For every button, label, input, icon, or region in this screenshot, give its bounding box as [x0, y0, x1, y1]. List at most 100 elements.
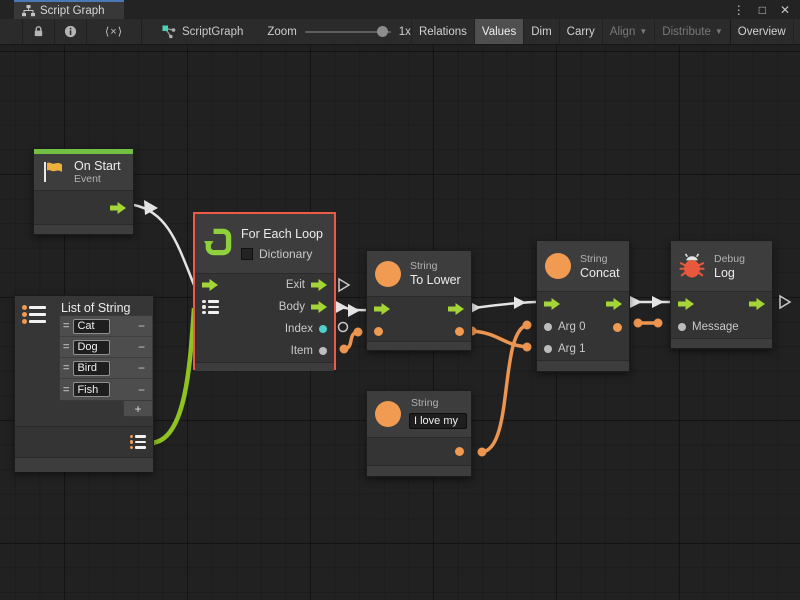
remove-item-button[interactable]: − [138, 319, 149, 333]
carry-button[interactable]: Carry [559, 19, 602, 44]
zoom-label: Zoom [267, 26, 296, 38]
graph-name-label: ScriptGraph [182, 26, 243, 38]
list-item-row: = − [60, 379, 152, 400]
node-category: String [410, 260, 461, 272]
remove-item-button[interactable]: − [138, 340, 149, 354]
tab-bar: Script Graph ⋮ □ ✕ [0, 0, 800, 19]
string-value-field[interactable] [409, 413, 467, 429]
port-label-item: Item [291, 345, 313, 357]
flow-output-port[interactable] [606, 298, 622, 310]
list-input-port[interactable] [202, 300, 219, 315]
remove-item-button[interactable]: − [138, 383, 149, 397]
string-icon [375, 261, 401, 287]
node-category: String [411, 397, 438, 409]
chevron-down-icon: ▼ [715, 27, 723, 36]
flow-input-port[interactable] [374, 303, 390, 315]
node-debug-log[interactable]: Debug Log Message [670, 240, 773, 349]
list-item-field[interactable] [73, 361, 110, 376]
list-item-field[interactable] [73, 319, 110, 334]
zoom-slider[interactable] [305, 31, 391, 33]
zoom-slider-knob[interactable] [377, 26, 388, 37]
flow-output-port[interactable] [749, 298, 765, 310]
info-button[interactable] [55, 19, 87, 44]
tab-title: Script Graph [40, 5, 105, 17]
graph-name[interactable]: ScriptGraph [162, 19, 243, 44]
port-label-index: Index [285, 323, 313, 335]
lock-icon [32, 25, 45, 38]
lock-button[interactable] [22, 19, 55, 44]
list-item-row: = − [60, 337, 152, 358]
code-toggle-icon: ⟨×⟩ [105, 25, 123, 38]
exit-output-port[interactable] [311, 279, 327, 291]
string-input-port[interactable] [374, 327, 383, 336]
node-subtitle: Event [74, 173, 121, 185]
bug-icon [679, 253, 705, 279]
drag-handle-icon[interactable]: = [63, 341, 69, 353]
close-icon[interactable]: ✕ [780, 4, 790, 16]
flow-output-port[interactable] [110, 202, 126, 214]
string-icon [375, 401, 401, 427]
message-input-port[interactable] [678, 323, 686, 331]
tab-script-graph[interactable]: Script Graph [14, 0, 124, 19]
list-item-row: = − [60, 358, 152, 379]
port-label-arg1: Arg 1 [558, 343, 586, 355]
drag-handle-icon[interactable]: = [63, 362, 69, 374]
hierarchy-icon [22, 5, 35, 17]
node-category: Debug [714, 253, 745, 265]
list-item-field[interactable] [73, 340, 110, 355]
maximize-icon[interactable]: □ [759, 4, 766, 16]
node-string-concat[interactable]: String Concat Arg 0 Arg 1 [536, 240, 630, 372]
graph-canvas[interactable]: On Start Event List of String = [0, 45, 800, 600]
node-title: For Each Loop [241, 227, 323, 241]
script-graph-window: Script Graph ⋮ □ ✕ ⟨×⟩ ScriptGraph Zoom … [0, 0, 800, 600]
list-icon [22, 305, 46, 324]
string-icon [545, 253, 571, 279]
node-for-each-loop[interactable]: For Each Loop Dictionary Exit [195, 214, 334, 368]
index-output-port[interactable] [319, 325, 327, 333]
dim-button[interactable]: Dim [523, 19, 558, 44]
selection-outline: For Each Loop Dictionary Exit [193, 212, 336, 370]
flow-input-port[interactable] [544, 298, 560, 310]
add-item-button[interactable]: + [123, 401, 153, 417]
flow-input-port[interactable] [202, 279, 218, 291]
remove-item-button[interactable]: − [138, 361, 149, 375]
values-button[interactable]: Values [474, 19, 523, 44]
list-item-field[interactable] [73, 382, 110, 397]
node-category: String [580, 253, 620, 265]
checkbox-label: Dictionary [259, 247, 312, 261]
align-button[interactable]: Align▼ [602, 19, 655, 44]
arg0-input-port[interactable] [544, 323, 552, 331]
port-label-body: Body [279, 301, 305, 313]
info-icon [64, 25, 77, 38]
result-output-port[interactable] [613, 323, 622, 332]
node-title: Concat [580, 266, 620, 280]
overview-button[interactable]: Overview [730, 19, 793, 44]
node-string-to-lower[interactable]: String To Lower [366, 250, 472, 351]
node-list-of-string[interactable]: List of String = − = − = [14, 295, 154, 472]
body-output-port[interactable] [311, 301, 327, 313]
drag-handle-icon[interactable]: = [63, 320, 69, 332]
flow-input-port[interactable] [678, 298, 694, 310]
string-output-port[interactable] [455, 447, 464, 456]
drag-handle-icon[interactable]: = [63, 384, 69, 396]
flag-icon [42, 161, 66, 183]
item-output-port[interactable] [319, 347, 327, 355]
port-label-exit: Exit [286, 279, 305, 291]
code-preview-button[interactable]: ⟨×⟩ [87, 19, 142, 44]
flow-output-port[interactable] [448, 303, 464, 315]
port-label-arg0: Arg 0 [558, 321, 586, 333]
scriptgraph-icon [162, 25, 176, 39]
arg1-input-port[interactable] [544, 345, 552, 353]
string-output-port[interactable] [455, 327, 464, 336]
list-output-port[interactable] [130, 435, 147, 450]
node-title: On Start [74, 159, 121, 173]
node-on-start[interactable]: On Start Event [33, 148, 134, 235]
list-item-row: = − [60, 316, 152, 337]
dictionary-checkbox[interactable] [241, 248, 253, 260]
node-string-literal[interactable]: String [366, 390, 472, 477]
window-menu-icon[interactable]: ⋮ [733, 4, 745, 16]
fullscreen-button[interactable]: Full Screen [793, 19, 800, 44]
distribute-button[interactable]: Distribute▼ [654, 19, 730, 44]
port-label-message: Message [692, 321, 739, 333]
relations-button[interactable]: Relations [411, 19, 474, 44]
